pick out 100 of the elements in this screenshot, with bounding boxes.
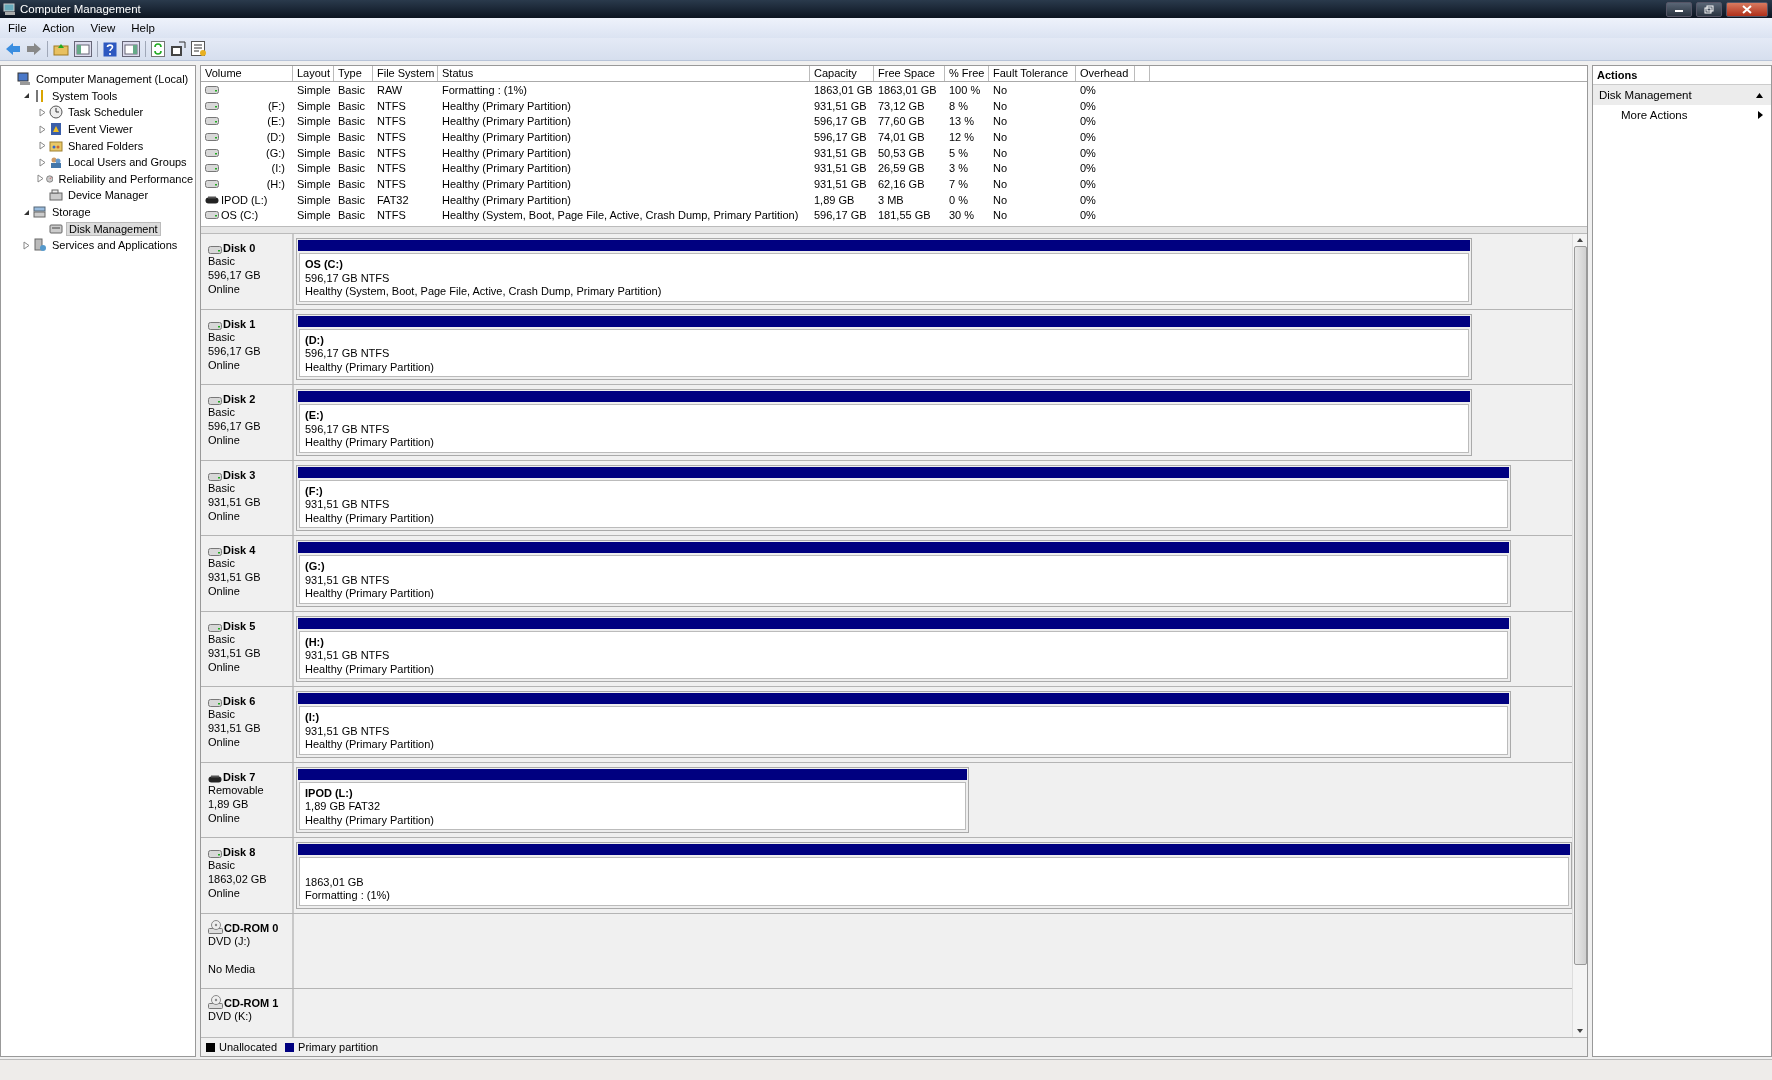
table-cell: (I:) — [271, 162, 285, 175]
expanded-arrow-icon[interactable] — [22, 92, 30, 100]
partition-block[interactable]: (I:) 931,51 GB NTFS Healthy (Primary Partition) — [299, 706, 1509, 755]
table-cell: 5 % — [949, 146, 968, 159]
tree-item[interactable]: Services and Applications — [50, 239, 180, 252]
partition-label: OS (C:) — [305, 258, 344, 272]
disk-capacity: 596,17 GB — [208, 343, 262, 358]
collapsed-arrow-icon[interactable] — [38, 108, 46, 117]
tree-item[interactable]: Storage — [50, 206, 93, 219]
action-link[interactable]: More Actions — [1593, 105, 1771, 125]
collapsed-arrow-icon[interactable] — [37, 174, 44, 184]
partition-block[interactable]: (D:) 596,17 GB NTFS Healthy (Primary Partition) — [299, 328, 1470, 377]
tree-item[interactable]: Shared Folders — [66, 139, 146, 152]
console-tree-toggle-icon[interactable] — [74, 41, 92, 57]
partition-label: (I:) — [305, 711, 321, 725]
actions-section[interactable]: Disk Management — [1593, 85, 1771, 105]
disk-status: Online — [208, 282, 241, 296]
collapsed-arrow-icon[interactable] — [22, 240, 30, 250]
partition-block[interactable]: OS (C:) 596,17 GB NTFS Healthy (System, Boot, Page File, Active, Crash Dump, Primary Partition) — [299, 253, 1470, 302]
scroll-up-icon[interactable] — [1576, 237, 1584, 243]
partition-block[interactable]: (E:) 596,17 GB NTFS Healthy (Primary Partition) — [299, 404, 1470, 453]
tree-item[interactable]: Computer Management (Local) — [34, 73, 191, 86]
table-cell: (F:) — [267, 99, 285, 112]
table-cell: NTFS — [377, 209, 406, 222]
partition-block[interactable]: (F:) 931,51 GB NTFS Healthy (Primary Partition) — [299, 479, 1509, 528]
tree-item[interactable]: System Tools — [50, 89, 120, 102]
disk-name: Disk 7 — [223, 770, 256, 783]
column-header[interactable]: Free Space — [874, 66, 945, 81]
disk-type: Basic — [208, 631, 236, 646]
table-cell: Simple — [297, 130, 331, 143]
table-cell: Simple — [297, 146, 331, 159]
column-header[interactable]: % Free — [945, 66, 989, 81]
column-header[interactable]: Volume — [201, 66, 293, 81]
column-header[interactable]: File System — [373, 66, 438, 81]
menu-item[interactable]: Help — [123, 22, 163, 34]
disk-type: Basic — [208, 858, 236, 872]
tree-item[interactable]: Device Manager — [66, 189, 151, 202]
column-header[interactable]: Fault Tolerance — [989, 66, 1076, 81]
table-cell: 7 % — [949, 177, 968, 190]
scroll-down-icon[interactable] — [1576, 1028, 1584, 1034]
back-arrow-icon[interactable] — [5, 42, 21, 56]
restore-button[interactable] — [1696, 1, 1722, 17]
table-cell: 100 % — [949, 83, 981, 96]
tree-item[interactable]: Local Users and Groups — [66, 156, 189, 169]
disk-type: Removable — [208, 782, 265, 797]
disk-name: Disk 6 — [223, 695, 256, 707]
computer-icon — [3, 2, 16, 16]
expanded-arrow-icon[interactable] — [22, 208, 30, 216]
collapsed-arrow-icon[interactable] — [38, 141, 46, 151]
vertical-scrollbar[interactable] — [1572, 234, 1587, 1037]
disk-status: Online — [208, 810, 241, 825]
refresh-icon[interactable] — [151, 41, 165, 57]
disk-status: No Media — [208, 961, 257, 976]
column-header[interactable]: Type — [334, 66, 373, 81]
table-cell: No — [993, 83, 1008, 96]
partition-status: Healthy (Primary Partition) — [305, 436, 435, 450]
hard-drive-icon — [205, 164, 219, 173]
checklist-icon[interactable] — [191, 41, 207, 57]
disk-type: Basic — [208, 556, 236, 570]
column-header[interactable]: Overhead — [1076, 66, 1135, 81]
minimize-button[interactable] — [1666, 1, 1692, 17]
table-cell: Simple — [297, 209, 331, 222]
tree-item[interactable]: Event Viewer — [66, 123, 135, 136]
tree-item[interactable]: Reliability and Performance — [56, 172, 195, 185]
tree-item[interactable]: Task Scheduler — [66, 106, 146, 119]
scrollbar-thumb[interactable] — [1573, 246, 1587, 965]
table-cell: Simple — [297, 193, 331, 206]
table-cell: NTFS — [377, 130, 406, 143]
collapse-caret-icon[interactable] — [1756, 92, 1763, 98]
column-header[interactable]: Status — [438, 66, 810, 81]
properties-icon[interactable] — [170, 41, 186, 57]
menu-item[interactable]: Action — [34, 22, 83, 34]
partition-block[interactable]: 1863,01 GB Formatting : (1%) — [299, 857, 1569, 906]
legend-label: Unallocated — [219, 1041, 278, 1053]
partition-block[interactable]: IPOD (L:) 1,89 GB FAT32 Healthy (Primary Partition) — [299, 781, 966, 830]
partition-label: (F:) — [305, 484, 324, 498]
table-cell: No — [993, 193, 1008, 206]
action-pane-toggle-icon[interactable] — [122, 41, 140, 57]
close-button[interactable] — [1726, 1, 1768, 17]
partition-label: (D:) — [305, 333, 325, 347]
forward-arrow-icon[interactable] — [26, 42, 42, 56]
table-cell: OS (C:) — [221, 209, 259, 222]
table-cell: NTFS — [377, 177, 406, 190]
partition-size: 1,89 GB FAT32 — [305, 800, 381, 814]
collapsed-arrow-icon[interactable] — [38, 124, 46, 134]
column-header[interactable]: Capacity — [810, 66, 874, 81]
menu-item[interactable]: File — [0, 22, 35, 34]
tree-item[interactable]: Disk Management — [66, 221, 161, 236]
table-cell: Basic — [338, 115, 365, 128]
hard-drive-icon — [205, 132, 219, 141]
hard-drive-icon — [205, 117, 219, 126]
partition-block[interactable]: (G:) 931,51 GB NTFS Healthy (Primary Partition) — [299, 555, 1509, 604]
table-cell: No — [993, 146, 1008, 159]
collapsed-arrow-icon[interactable] — [38, 157, 46, 167]
table-cell: Basic — [338, 83, 365, 96]
disk-status: Online — [208, 357, 241, 372]
column-header[interactable]: Layout — [293, 66, 334, 81]
help-icon[interactable] — [103, 41, 117, 57]
menu-item[interactable]: View — [82, 22, 124, 34]
partition-block[interactable]: (H:) 931,51 GB NTFS Healthy (Primary Partition) — [299, 630, 1509, 679]
